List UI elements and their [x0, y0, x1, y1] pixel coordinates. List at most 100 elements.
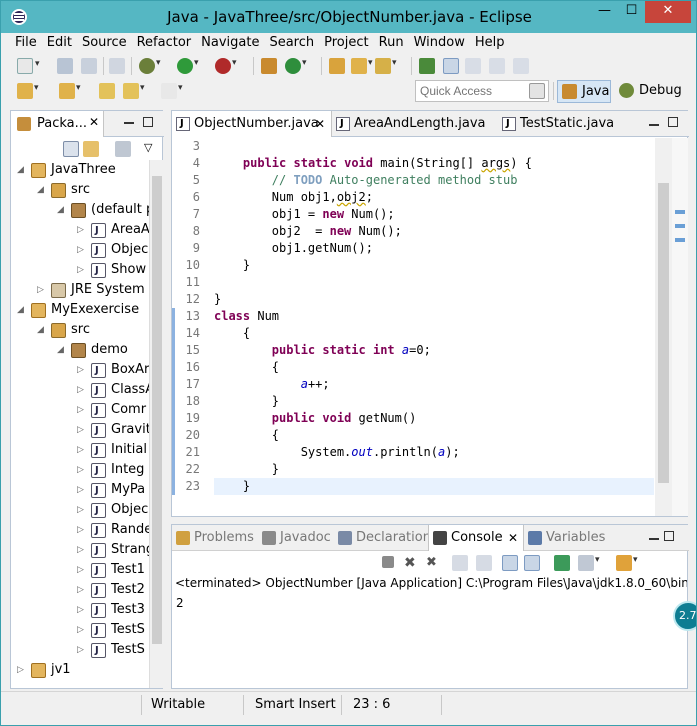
expand-arrow-icon[interactable]: ▷ — [77, 540, 87, 560]
previous-annotation-icon[interactable] — [59, 83, 81, 99]
menu-help[interactable]: Help — [470, 33, 510, 52]
save-all-icon[interactable] — [81, 58, 97, 74]
editor-tab[interactable]: TestStatic.java — [498, 111, 648, 137]
toggle-mark-icon[interactable] — [419, 58, 435, 74]
close-tab-icon[interactable]: ✕ — [315, 111, 325, 137]
remove-launch-icon[interactable]: ✖ — [404, 555, 420, 571]
collapse-all-icon[interactable] — [63, 141, 79, 157]
expand-arrow-icon[interactable]: ▷ — [77, 560, 87, 580]
show-console-icon[interactable] — [524, 555, 540, 571]
display-console-icon[interactable] — [578, 555, 600, 571]
expand-arrow-icon[interactable]: ▷ — [77, 520, 87, 540]
tab-variables[interactable]: Variables — [524, 525, 614, 551]
maximize-button[interactable]: ☐ — [618, 1, 645, 23]
expand-arrow-icon[interactable]: ▷ — [77, 580, 87, 600]
open-console-icon[interactable] — [616, 555, 638, 571]
focus-icon[interactable] — [115, 141, 131, 157]
run-icon[interactable] — [177, 58, 199, 74]
minimize-editor-icon[interactable] — [649, 124, 659, 126]
expand-arrow-icon[interactable]: ▷ — [77, 220, 87, 240]
expand-arrow-icon[interactable]: ▷ — [77, 480, 87, 500]
save-icon[interactable] — [57, 58, 73, 74]
paragraph-icon[interactable] — [513, 58, 529, 74]
menu-window[interactable]: Window — [409, 33, 470, 52]
scroll-lock-icon[interactable] — [476, 555, 492, 571]
tab-javadoc[interactable]: Javadoc — [258, 525, 332, 551]
minimize-console-icon[interactable] — [649, 538, 659, 540]
expand-arrow-icon[interactable]: ▷ — [77, 440, 87, 460]
expand-arrow-icon[interactable]: ▷ — [77, 500, 87, 520]
tab-console[interactable]: Console ✕ — [428, 525, 524, 551]
menu-file[interactable]: File — [1, 33, 42, 52]
console-output[interactable]: 2 — [176, 594, 184, 612]
expand-arrow-icon[interactable]: ▷ — [77, 360, 87, 380]
java-perspective-button[interactable]: Java — [557, 80, 611, 103]
overview-ruler[interactable] — [672, 138, 688, 516]
maximize-console-icon[interactable] — [664, 531, 674, 541]
maximize-editor-icon[interactable] — [668, 117, 678, 127]
external-tools-icon[interactable] — [215, 58, 237, 74]
collapse-arrow-icon[interactable]: ◢ — [37, 180, 47, 200]
collapse-arrow-icon[interactable]: ◢ — [57, 340, 67, 360]
open-perspective-icon[interactable] — [529, 83, 545, 99]
expand-arrow-icon[interactable]: ▷ — [77, 640, 87, 660]
pencil-icon[interactable] — [375, 58, 397, 74]
menu-refactor[interactable]: Refactor — [132, 33, 197, 52]
menu-search[interactable]: Search — [264, 33, 319, 52]
expand-arrow-icon[interactable]: ▷ — [77, 620, 87, 640]
close-tab-icon[interactable]: ✕ — [508, 525, 518, 551]
expand-arrow-icon[interactable]: ▷ — [77, 400, 87, 420]
expand-arrow-icon[interactable]: ▷ — [77, 240, 87, 260]
terminate-icon[interactable] — [382, 556, 394, 568]
editor-tab[interactable]: AreaAndLength.java — [332, 111, 492, 137]
package-explorer-scrollbar[interactable] — [149, 160, 163, 688]
collapse-arrow-icon[interactable]: ◢ — [57, 200, 67, 220]
block-selection-icon[interactable] — [465, 58, 481, 74]
view-menu-icon[interactable]: ▽ — [144, 141, 152, 154]
word-wrap-icon[interactable] — [502, 555, 518, 571]
minimize-button[interactable]: — — [591, 1, 618, 23]
new-java-project-icon[interactable] — [261, 58, 277, 74]
remove-all-launches-icon[interactable]: ✖ — [426, 555, 442, 571]
collapse-arrow-icon[interactable]: ◢ — [17, 300, 27, 320]
new-icon[interactable] — [17, 58, 40, 74]
skip-breakpoints-icon[interactable] — [109, 58, 125, 74]
show-whitespace-icon[interactable] — [489, 58, 505, 74]
debug-icon[interactable] — [139, 58, 161, 74]
expand-arrow-icon[interactable]: ▷ — [77, 420, 87, 440]
expand-arrow-icon[interactable]: ▷ — [77, 600, 87, 620]
editor-tab[interactable]: ObjectNumber.java✕ — [172, 111, 332, 137]
code-area[interactable]: public static void main(String[] args) {… — [214, 138, 654, 516]
close-button[interactable]: ✕ — [645, 1, 691, 23]
collapse-arrow-icon[interactable]: ◢ — [17, 160, 27, 180]
expand-arrow-icon[interactable]: ▷ — [77, 460, 87, 480]
floating-badge[interactable]: 2.7 — [673, 601, 696, 631]
expand-arrow-icon[interactable]: ▷ — [37, 280, 47, 300]
minimize-view-icon[interactable] — [124, 122, 134, 124]
menu-project[interactable]: Project — [319, 33, 373, 52]
collapse-arrow-icon[interactable]: ◢ — [37, 320, 47, 340]
expand-arrow-icon[interactable]: ▷ — [77, 260, 87, 280]
forward-icon[interactable] — [161, 83, 183, 99]
next-annotation-icon[interactable] — [17, 83, 39, 99]
expand-arrow-icon[interactable]: ▷ — [17, 660, 27, 680]
menu-navigate[interactable]: Navigate — [196, 33, 264, 52]
menu-edit[interactable]: Edit — [42, 33, 77, 52]
clear-console-icon[interactable] — [452, 555, 468, 571]
tab-package-explorer[interactable]: Packa... ✕ — [11, 111, 104, 137]
back-icon[interactable] — [123, 83, 145, 99]
pin-console-icon[interactable] — [554, 555, 570, 571]
menu-run[interactable]: Run — [374, 33, 409, 52]
expand-arrow-icon[interactable]: ▷ — [77, 380, 87, 400]
last-edit-icon[interactable] — [99, 83, 115, 99]
maximize-view-icon[interactable] — [143, 117, 153, 127]
tab-declaration[interactable]: Declaration — [334, 525, 431, 551]
new-class-icon[interactable] — [285, 58, 307, 74]
debug-perspective-button[interactable]: Debug — [615, 80, 695, 103]
menu-source[interactable]: Source — [77, 33, 132, 52]
close-tab-icon[interactable]: ✕ — [89, 115, 99, 129]
link-with-editor-icon[interactable] — [83, 141, 99, 157]
editor-scrollbar[interactable] — [655, 138, 672, 516]
highlight-icon[interactable] — [443, 58, 459, 74]
open-type-icon[interactable] — [329, 58, 345, 74]
